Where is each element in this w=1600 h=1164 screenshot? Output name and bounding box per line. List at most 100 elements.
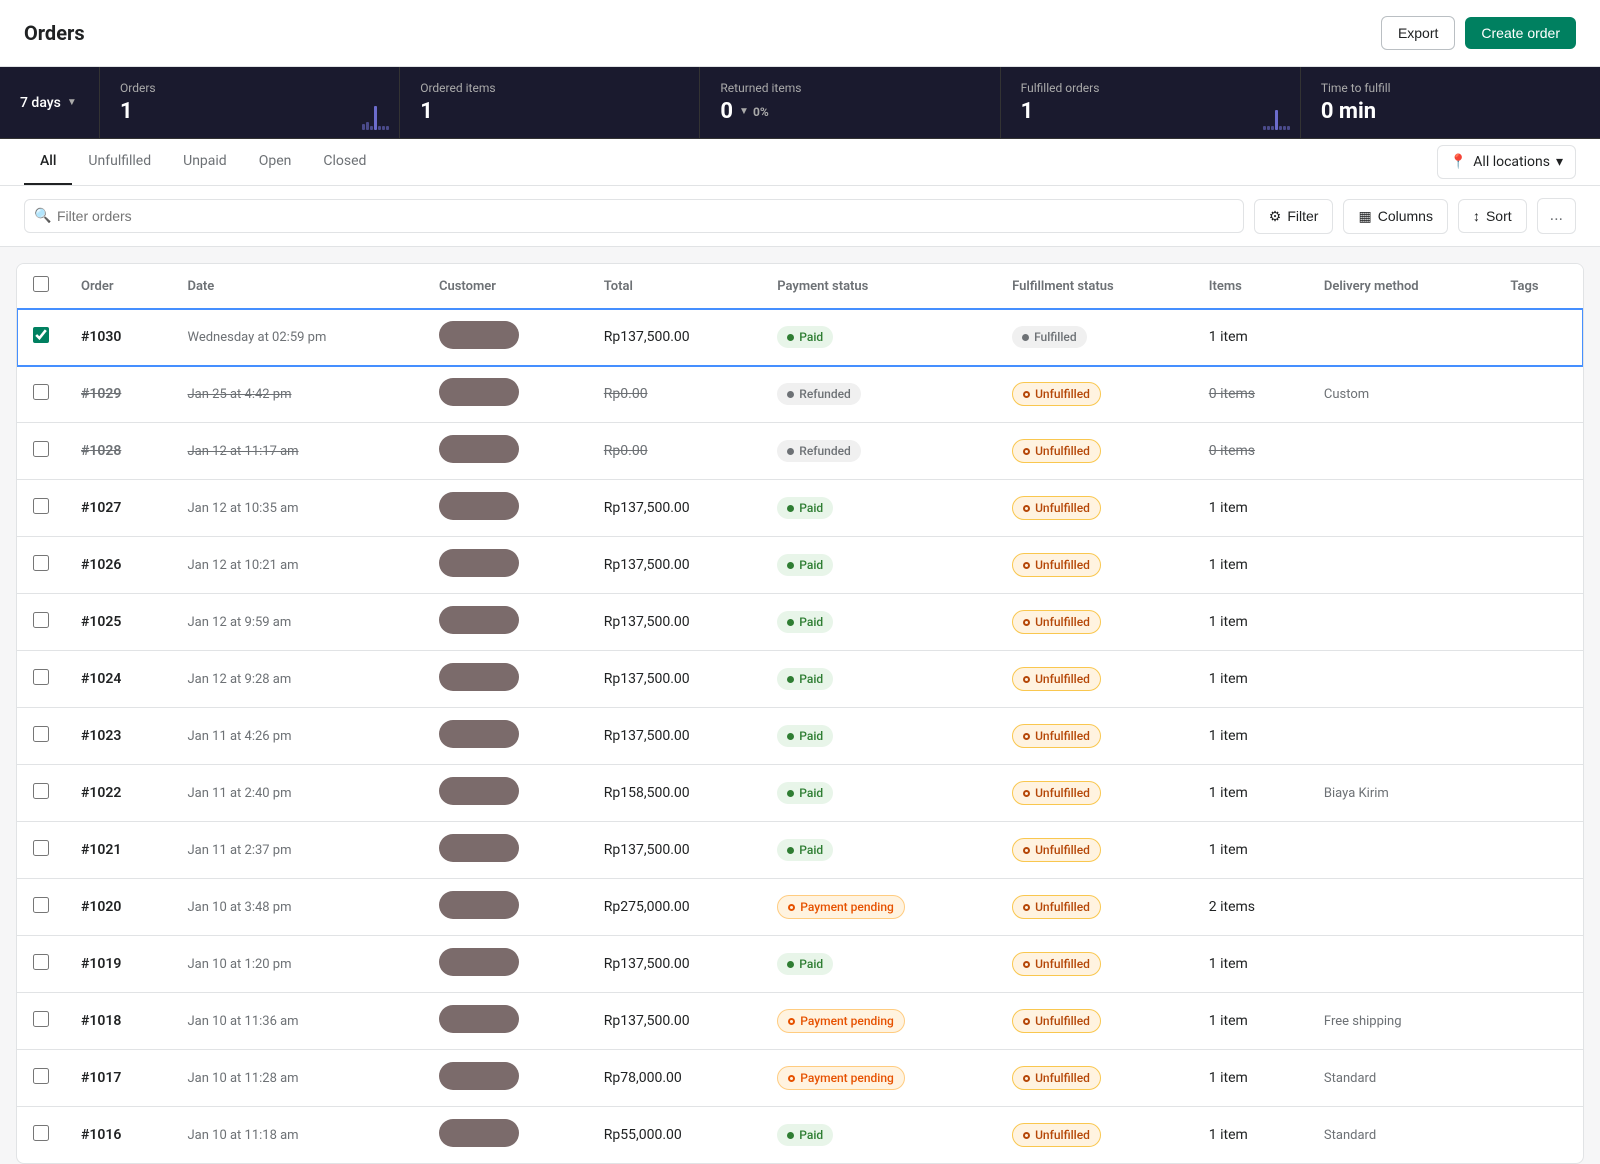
fulfillment-badge: Unfulfilled (1012, 667, 1101, 691)
order-date: Jan 10 at 11:28 am (171, 1050, 422, 1107)
export-button[interactable]: Export (1381, 16, 1455, 50)
columns-icon: ▦ (1358, 208, 1371, 225)
row-checkbox[interactable] (33, 612, 49, 628)
col-payment-status[interactable]: Payment status (761, 264, 996, 309)
period-chevron: ▼ (67, 97, 77, 108)
order-delivery (1308, 480, 1494, 537)
fulfillment-status-dot (1023, 391, 1030, 398)
select-all-checkbox[interactable] (33, 276, 49, 292)
row-checkbox[interactable] (33, 897, 49, 913)
row-checkbox[interactable] (33, 555, 49, 571)
order-link[interactable]: #1024 (81, 671, 121, 687)
fulfillment-status-dot (1022, 334, 1029, 341)
order-items: 1 item (1193, 993, 1308, 1050)
order-link[interactable]: #1016 (81, 1127, 121, 1143)
row-checkbox[interactable] (33, 783, 49, 799)
order-delivery: Custom (1308, 366, 1494, 423)
order-link[interactable]: #1027 (81, 500, 121, 516)
col-items[interactable]: Items (1193, 264, 1308, 309)
row-checkbox[interactable] (33, 498, 49, 514)
more-button[interactable]: ... (1537, 198, 1576, 234)
row-checkbox[interactable] (33, 1125, 49, 1141)
row-checkbox[interactable] (33, 726, 49, 742)
order-payment-status: Paid (761, 651, 996, 708)
order-payment-status: Paid (761, 1107, 996, 1164)
fulfillment-badge: Unfulfilled (1012, 610, 1101, 634)
tab-closed[interactable]: Closed (307, 139, 382, 185)
filter-button[interactable]: ⚙ Filter (1254, 199, 1334, 234)
col-date[interactable]: Date (171, 264, 422, 309)
tab-open[interactable]: Open (243, 139, 308, 185)
row-checkbox[interactable] (33, 441, 49, 457)
table-row: #1025Jan 12 at 9:59 amRp137,500.00PaidUn… (17, 594, 1583, 651)
order-delivery (1308, 537, 1494, 594)
sort-button[interactable]: ↕ Sort (1458, 199, 1527, 233)
order-link[interactable]: #1017 (81, 1070, 121, 1086)
customer-placeholder (439, 948, 519, 976)
order-link[interactable]: #1025 (81, 614, 121, 630)
order-total: Rp137,500.00 (588, 480, 761, 537)
order-date: Jan 10 at 11:18 am (171, 1107, 422, 1164)
stat-returned-sub: ▼ 0% (739, 105, 769, 119)
table-row: #1024Jan 12 at 9:28 amRp137,500.00PaidUn… (17, 651, 1583, 708)
row-checkbox[interactable] (33, 669, 49, 685)
order-customer (423, 1107, 588, 1164)
tab-unpaid[interactable]: Unpaid (167, 139, 243, 185)
fulfillment-status-dot (1023, 961, 1030, 968)
col-tags[interactable]: Tags (1494, 264, 1583, 309)
order-link[interactable]: #1030 (81, 329, 121, 345)
create-order-button[interactable]: Create order (1465, 17, 1576, 49)
order-total: Rp55,000.00 (588, 1107, 761, 1164)
row-checkbox[interactable] (33, 1011, 49, 1027)
row-checkbox[interactable] (33, 840, 49, 856)
col-delivery[interactable]: Delivery method (1308, 264, 1494, 309)
order-link[interactable]: #1022 (81, 785, 121, 801)
order-delivery (1308, 594, 1494, 651)
row-checkbox[interactable] (33, 384, 49, 400)
stat-ordered-label: Ordered items (420, 81, 679, 95)
col-total[interactable]: Total (588, 264, 761, 309)
order-total: Rp0.00 (588, 423, 761, 480)
col-customer[interactable]: Customer (423, 264, 588, 309)
columns-button[interactable]: ▦ Columns (1343, 199, 1447, 234)
location-filter[interactable]: 📍 All locations ▾ (1437, 145, 1576, 179)
search-input[interactable] (24, 199, 1244, 233)
tab-all[interactable]: All (24, 139, 72, 185)
stat-time-label: Time to fulfill (1321, 81, 1580, 95)
order-fulfillment-status: Unfulfilled (996, 765, 1193, 822)
order-link[interactable]: #1026 (81, 557, 121, 573)
payment-badge: Paid (777, 497, 833, 519)
order-fulfillment-status: Unfulfilled (996, 480, 1193, 537)
period-label: 7 days (20, 95, 61, 111)
order-link[interactable]: #1028 (81, 443, 121, 459)
stat-time-value: 0 min (1321, 99, 1580, 124)
period-selector[interactable]: 7 days ▼ (0, 67, 100, 138)
col-fulfillment-status[interactable]: Fulfillment status (996, 264, 1193, 309)
order-delivery: Standard (1308, 1107, 1494, 1164)
col-checkbox (17, 264, 65, 309)
order-link[interactable]: #1019 (81, 956, 121, 972)
table-row: #1020Jan 10 at 3:48 pmRp275,000.00Paymen… (17, 879, 1583, 936)
customer-placeholder (439, 663, 519, 691)
tab-unfulfilled[interactable]: Unfulfilled (72, 139, 167, 185)
order-link[interactable]: #1023 (81, 728, 121, 744)
customer-placeholder (439, 549, 519, 577)
row-checkbox[interactable] (33, 1068, 49, 1084)
fulfillment-status-dot (1023, 562, 1030, 569)
order-customer (423, 822, 588, 879)
order-total: Rp137,500.00 (588, 822, 761, 879)
order-link[interactable]: #1029 (81, 386, 121, 402)
order-link[interactable]: #1021 (81, 842, 121, 858)
payment-badge: Payment pending (777, 1066, 905, 1090)
order-items: 1 item (1193, 651, 1308, 708)
payment-status-dot (788, 904, 795, 911)
order-link[interactable]: #1018 (81, 1013, 121, 1029)
order-link[interactable]: #1020 (81, 899, 121, 915)
order-customer (423, 537, 588, 594)
fulfillment-badge: Unfulfilled (1012, 553, 1101, 577)
row-checkbox[interactable] (33, 327, 49, 343)
order-payment-status: Paid (761, 480, 996, 537)
row-checkbox[interactable] (33, 954, 49, 970)
col-order[interactable]: Order (65, 264, 171, 309)
order-fulfillment-status: Unfulfilled (996, 708, 1193, 765)
